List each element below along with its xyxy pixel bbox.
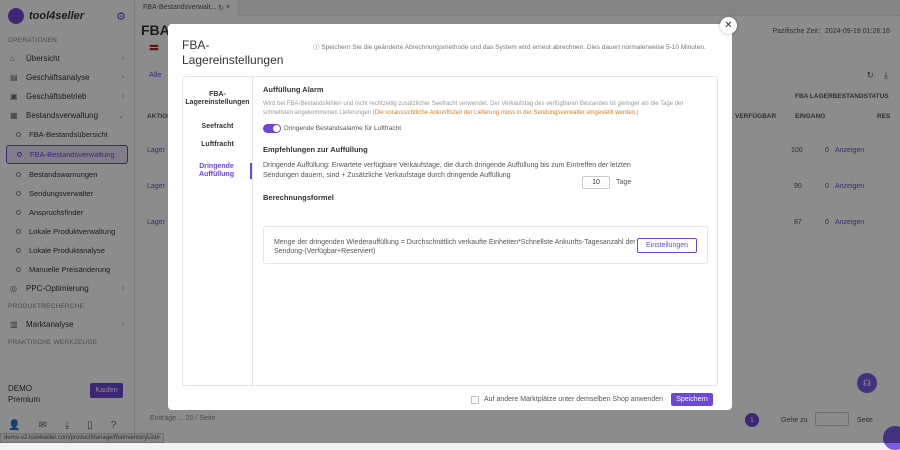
- days-suffix: Tage: [616, 179, 632, 186]
- settings-button[interactable]: Einstellungen: [637, 238, 697, 253]
- modal-footer: Auf andere Marktplätze unter demselben S…: [471, 393, 714, 406]
- air-freight-alarm-toggle[interactable]: [263, 124, 281, 134]
- formula-box: Menge der dringenden Wiederauffüllung = …: [263, 226, 708, 264]
- formula-text: Menge der dringenden Wiederauffüllung = …: [274, 239, 636, 255]
- nav-item-seefracht[interactable]: Seefracht: [183, 123, 252, 131]
- apply-all-checkbox[interactable]: [471, 395, 479, 404]
- toggle-label: Dringende Bestandsalarme für Luftfracht: [284, 125, 402, 133]
- nav-item-luftfracht[interactable]: Luftfracht: [183, 141, 252, 149]
- nav-item-fba-lager[interactable]: FBA-Lagereinstellungen: [183, 91, 252, 107]
- modal-nav: FBA-Lagereinstellungen Seefracht Luftfra…: [183, 77, 253, 385]
- alarm-description: Wird bei FBA-Bestandsfehlen und nicht re…: [263, 101, 684, 116]
- alarm-title: Auffüllung Alarm: [263, 85, 324, 94]
- close-icon[interactable]: ✕: [720, 17, 737, 34]
- toggle-row: Dringende Bestandsalarme für Luftfracht: [263, 124, 711, 134]
- extra-days-input[interactable]: 10: [582, 176, 610, 189]
- recommendations-title: Empfehlungen zur Auffüllung: [263, 145, 368, 155]
- settings-modal: FBA-Lagereinstellungen ⓘ Speichern Sie d…: [168, 24, 732, 410]
- modal-content: Auffüllung Alarm Wird bei FBA-Bestandsfe…: [263, 85, 711, 264]
- nav-item-dringende-auffuellung[interactable]: Dringende Auffüllung: [183, 163, 252, 179]
- formula-title: Berechnungsformel: [263, 193, 334, 203]
- modal-body: FBA-Lagereinstellungen Seefracht Luftfra…: [182, 76, 718, 386]
- apply-all-label: Auf andere Marktplätze unter demselben S…: [484, 396, 664, 403]
- modal-hint: ⓘ Speichern Sie die geänderte Abrechnung…: [313, 44, 706, 51]
- alarm-warning: (Die voraussichtliche Ankunftszeit der L…: [372, 110, 639, 116]
- save-button[interactable]: Speichern: [671, 393, 714, 406]
- modal-title: FBA-Lagereinstellungen: [182, 38, 284, 67]
